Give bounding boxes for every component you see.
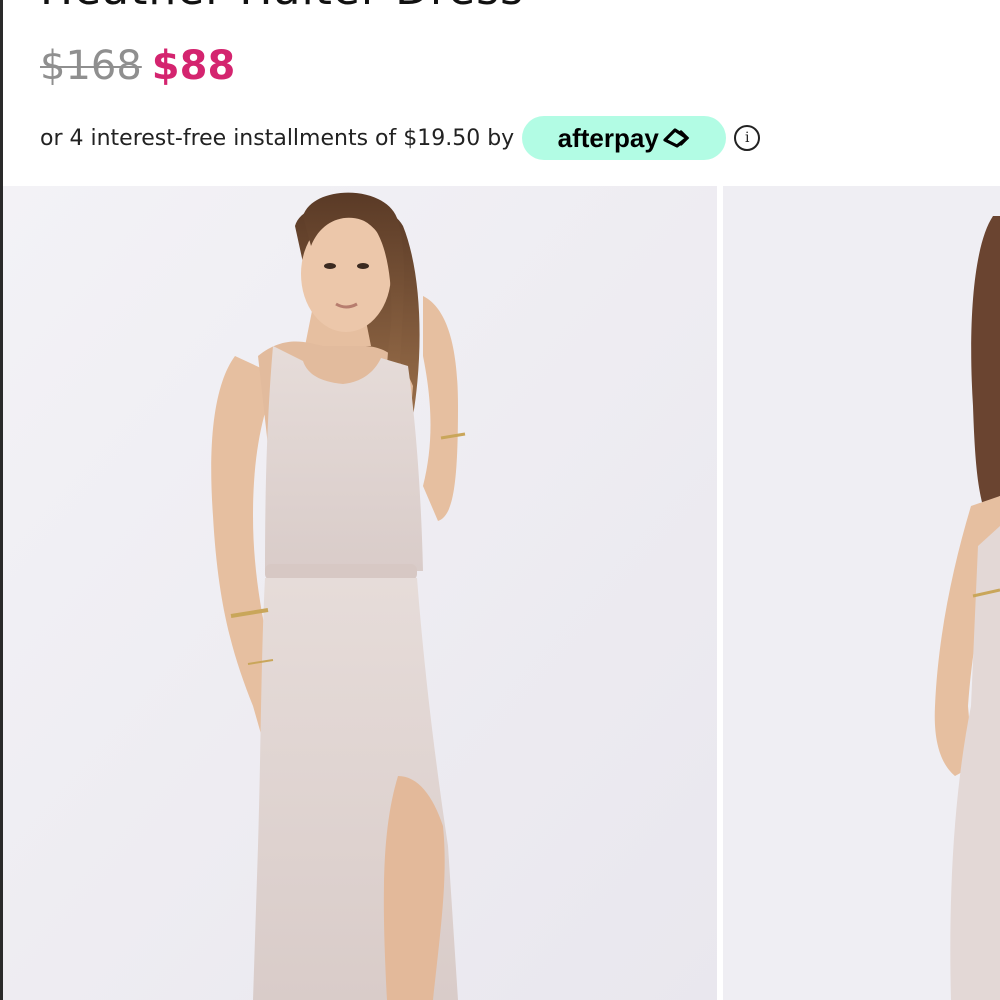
info-icon[interactable]: i xyxy=(734,125,761,151)
afterpay-badge[interactable]: afterpay xyxy=(522,116,727,160)
product-photo-main[interactable] xyxy=(3,186,717,1000)
model-side-image xyxy=(723,186,1000,1000)
product-image-gallery[interactable] xyxy=(3,186,1000,1000)
afterpay-logo-text: afterpay xyxy=(557,122,659,153)
afterpay-arrows-icon xyxy=(663,128,690,148)
price-row: $168 $88 xyxy=(40,40,235,92)
sale-price: $88 xyxy=(151,43,236,89)
product-title: Heather Halter Dress xyxy=(40,0,524,15)
afterpay-installments: or 4 interest-free installments of $19.5… xyxy=(40,116,761,160)
original-price: $168 xyxy=(40,43,142,89)
product-photo-next[interactable] xyxy=(723,186,1000,1000)
model-front-image xyxy=(3,186,717,1000)
installments-text: or 4 interest-free installments of $19.5… xyxy=(40,125,515,151)
